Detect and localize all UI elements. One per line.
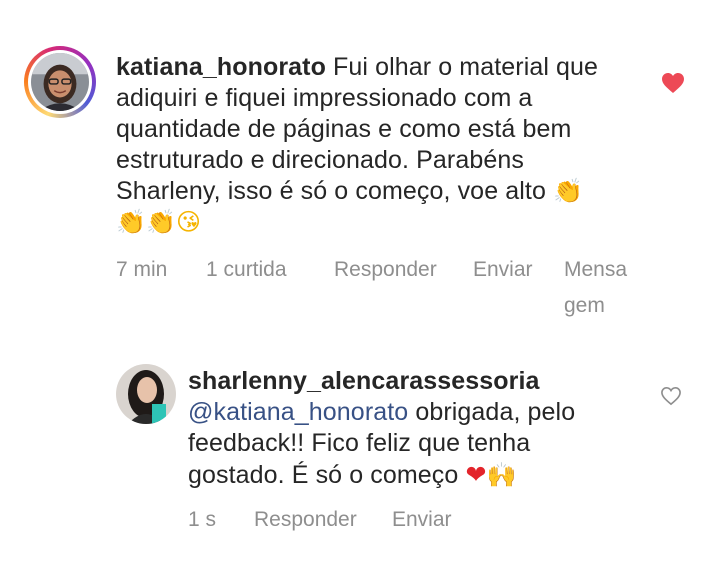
clapping-hands-icon: 👏 [116, 208, 146, 236]
message-button[interactable]: Mensa [564, 252, 627, 288]
raising-hands-icon: 🙌 [486, 461, 517, 489]
likes-count-link[interactable]: 1 curtida [206, 252, 287, 288]
avatar [31, 53, 89, 111]
mention-link[interactable]: @katiana_honorato [188, 398, 408, 426]
clapping-hands-icon: 👏 [145, 208, 176, 236]
comment-meta: 7 min 1 curtida Responder Enviar Mensa g… [116, 252, 636, 332]
heart-icon[interactable] [661, 72, 685, 94]
face-blowing-kiss-icon: 😘 [175, 208, 202, 236]
avatar[interactable] [116, 364, 176, 424]
reply-time: 1 s [188, 508, 217, 531]
red-heart-icon: ❤ [465, 460, 487, 489]
send-button[interactable]: Enviar [473, 252, 533, 288]
comment-text: katiana_honorato Fui olhar o material qu… [116, 52, 616, 238]
heart-outline-icon[interactable] [660, 386, 682, 406]
avatar-story-ring[interactable] [24, 46, 96, 118]
message-button-line2[interactable]: gem [564, 288, 605, 324]
reply-text: sharlenny_alencarassessoria @katiana_hono… [188, 366, 628, 491]
reply-button[interactable]: Responder [334, 252, 437, 288]
reply-username[interactable]: sharlenny_alencarassessoria [188, 367, 540, 395]
avatar-photo-icon [116, 364, 176, 424]
comment-time: 7 min [116, 258, 168, 281]
avatar-photo-icon [31, 53, 89, 111]
send-button[interactable]: Enviar [392, 502, 452, 538]
reply-meta: 1 s Responder Enviar [188, 502, 488, 542]
comment-username[interactable]: katiana_honorato [116, 53, 326, 81]
reply-button[interactable]: Responder [254, 502, 357, 538]
clapping-hands-icon: 👏 [553, 177, 583, 205]
